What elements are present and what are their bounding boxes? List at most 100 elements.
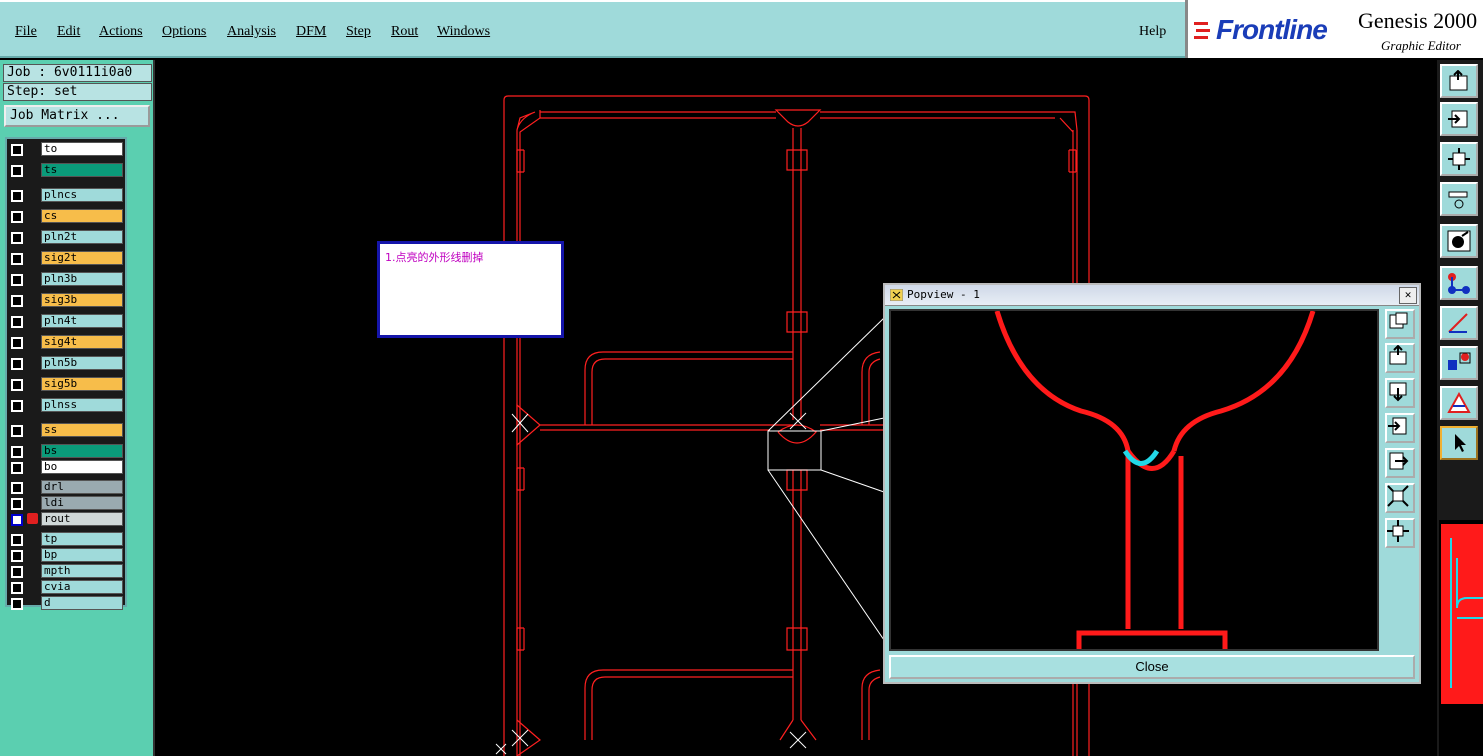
- layer-checkbox[interactable]: [11, 253, 23, 265]
- layer-label[interactable]: sig3b: [41, 293, 123, 307]
- layer-row-mpth[interactable]: mpth: [7, 564, 125, 579]
- layer-row-plncs[interactable]: plncs: [7, 188, 125, 203]
- layer-checkbox[interactable]: [11, 446, 23, 458]
- layer-label[interactable]: tp: [41, 532, 123, 546]
- layer-checkbox[interactable]: [11, 566, 23, 578]
- layer-row-ss[interactable]: ss: [7, 423, 125, 438]
- snap-button[interactable]: [1440, 346, 1478, 380]
- layer-label[interactable]: ldi: [41, 496, 123, 510]
- layer-checkbox[interactable]: [11, 425, 23, 437]
- layer-label[interactable]: bs: [41, 444, 123, 458]
- layer-label[interactable]: sig4t: [41, 335, 123, 349]
- layer-row-d[interactable]: d: [7, 596, 125, 611]
- popview-pan-left-button[interactable]: [1385, 413, 1415, 443]
- layer-label[interactable]: sig2t: [41, 251, 123, 265]
- layer-row-plnss[interactable]: plnss: [7, 398, 125, 413]
- pointer-button[interactable]: [1440, 426, 1478, 460]
- layer-label[interactable]: rout: [41, 512, 123, 526]
- menu-rout[interactable]: Rout: [391, 24, 418, 40]
- layer-label[interactable]: bo: [41, 460, 123, 474]
- popview-copy-button[interactable]: [1385, 309, 1415, 339]
- popview-title-bar[interactable]: Popview - 1 ✕: [885, 285, 1419, 306]
- layer-row-cs[interactable]: cs: [7, 209, 125, 224]
- layer-row-pln4t[interactable]: pln4t: [7, 314, 125, 329]
- menu-dfm[interactable]: DFM: [296, 24, 326, 40]
- layer-checkbox[interactable]: [11, 482, 23, 494]
- layer-checkbox[interactable]: [11, 498, 23, 510]
- layer-label[interactable]: bp: [41, 548, 123, 562]
- close-button[interactable]: Close: [889, 655, 1415, 679]
- pan-left-button[interactable]: [1440, 102, 1478, 136]
- overview-map[interactable]: [1437, 518, 1483, 756]
- layer-checkbox[interactable]: [11, 211, 23, 223]
- home-view-button[interactable]: [1440, 64, 1478, 98]
- layer-checkbox[interactable]: [11, 582, 23, 594]
- layer-row-pln3b[interactable]: pln3b: [7, 272, 125, 287]
- select-pad-button[interactable]: [1440, 224, 1478, 258]
- layer-row-sig2t[interactable]: sig2t: [7, 251, 125, 266]
- menu-step[interactable]: Step: [346, 24, 371, 40]
- popview-home-button[interactable]: [1385, 343, 1415, 373]
- layer-label[interactable]: ss: [41, 423, 123, 437]
- menu-actions[interactable]: Actions: [99, 24, 143, 40]
- layer-checkbox[interactable]: [11, 232, 23, 244]
- layer-label[interactable]: plnss: [41, 398, 123, 412]
- layer-row-drl[interactable]: drl: [7, 480, 125, 495]
- layer-checkbox[interactable]: [11, 165, 23, 177]
- layer-label[interactable]: to: [41, 142, 123, 156]
- layer-checkbox[interactable]: [11, 400, 23, 412]
- layer-label[interactable]: cvia: [41, 580, 123, 594]
- menu-options[interactable]: Options: [162, 24, 206, 40]
- layer-checkbox[interactable]: [11, 190, 23, 202]
- layer-row-rout[interactable]: rout: [7, 512, 125, 527]
- popview-canvas[interactable]: [889, 309, 1379, 651]
- layer-row-bo[interactable]: bo: [7, 460, 125, 475]
- layer-label[interactable]: pln5b: [41, 356, 123, 370]
- fit-view-button[interactable]: [1440, 142, 1478, 176]
- layer-row-pln5b[interactable]: pln5b: [7, 356, 125, 371]
- connect-button[interactable]: [1440, 266, 1478, 300]
- drc-button[interactable]: [1440, 386, 1478, 420]
- layer-label[interactable]: mpth: [41, 564, 123, 578]
- layer-label[interactable]: drl: [41, 480, 123, 494]
- layer-row-ldi[interactable]: ldi: [7, 496, 125, 511]
- layer-row-ts[interactable]: ts: [7, 163, 125, 178]
- job-matrix-button[interactable]: Job Matrix ...: [4, 105, 150, 127]
- popview-zoom-button[interactable]: [1385, 518, 1415, 548]
- layer-row-to[interactable]: to: [7, 142, 125, 157]
- layer-row-sig4t[interactable]: sig4t: [7, 335, 125, 350]
- layer-label[interactable]: pln3b: [41, 272, 123, 286]
- layer-label[interactable]: ts: [41, 163, 123, 177]
- popview-pan-right-button[interactable]: [1385, 448, 1415, 478]
- layer-checkbox[interactable]: [11, 316, 23, 328]
- layer-checkbox[interactable]: [11, 598, 23, 610]
- layer-checkbox[interactable]: [11, 274, 23, 286]
- layer-row-bs[interactable]: bs: [7, 444, 125, 459]
- menu-windows[interactable]: Windows: [437, 24, 490, 40]
- measure-button[interactable]: [1440, 182, 1478, 216]
- menu-analysis[interactable]: Analysis: [227, 24, 276, 40]
- layer-row-bp[interactable]: bp: [7, 548, 125, 563]
- layer-row-sig3b[interactable]: sig3b: [7, 293, 125, 308]
- layer-label[interactable]: plncs: [41, 188, 123, 202]
- layer-checkbox[interactable]: [11, 379, 23, 391]
- menu-file[interactable]: File: [15, 24, 37, 40]
- window-menu-icon[interactable]: [890, 289, 903, 301]
- layer-row-sig5b[interactable]: sig5b: [7, 377, 125, 392]
- layer-row-tp[interactable]: tp: [7, 532, 125, 547]
- close-window-icon[interactable]: ✕: [1399, 287, 1417, 304]
- layer-row-cvia[interactable]: cvia: [7, 580, 125, 595]
- popview-fit-button[interactable]: [1385, 483, 1415, 513]
- layer-row-pln2t[interactable]: pln2t: [7, 230, 125, 245]
- note-box[interactable]: 1.点亮的外形线删掉: [377, 241, 564, 338]
- layer-checkbox[interactable]: [11, 295, 23, 307]
- popview-pan-down-button[interactable]: [1385, 378, 1415, 408]
- line-button[interactable]: [1440, 306, 1478, 340]
- layer-label[interactable]: pln4t: [41, 314, 123, 328]
- layer-checkbox[interactable]: [11, 358, 23, 370]
- menu-help[interactable]: Help: [1139, 24, 1166, 40]
- layer-checkbox[interactable]: [11, 144, 23, 156]
- menu-edit[interactable]: Edit: [57, 24, 80, 40]
- layer-label[interactable]: sig5b: [41, 377, 123, 391]
- layer-checkbox[interactable]: [11, 462, 23, 474]
